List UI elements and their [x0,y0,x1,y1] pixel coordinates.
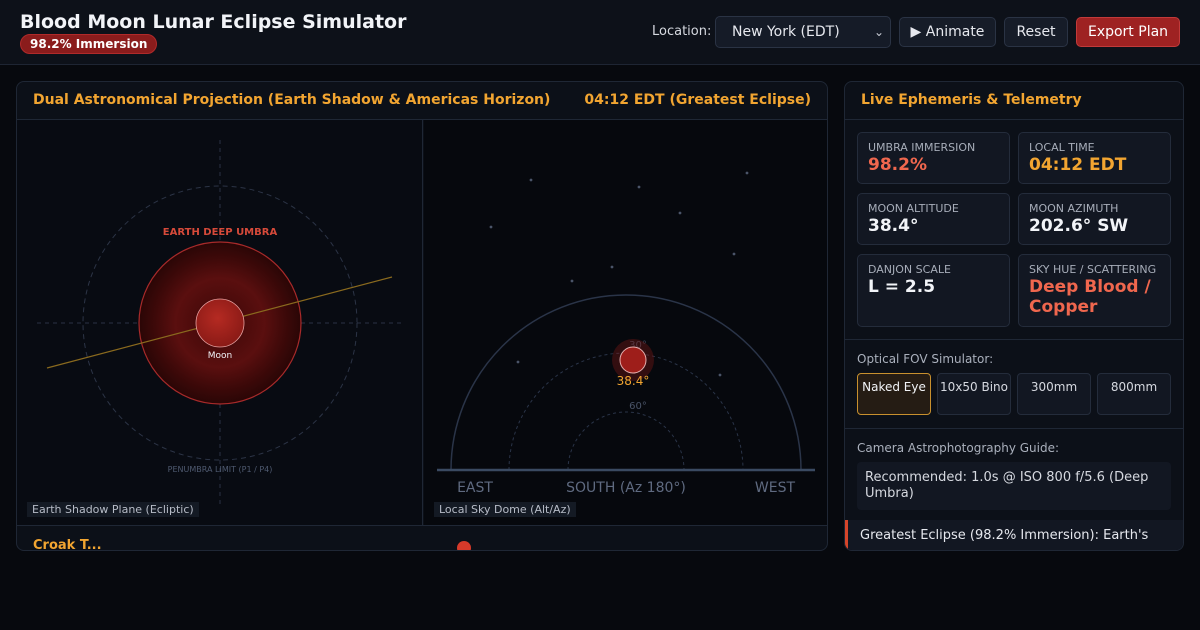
chevron-down-icon: ⌄ [873,25,884,39]
fov-800mm-button[interactable]: 800mm [1097,373,1171,415]
divider [845,339,1183,340]
divider [845,428,1183,429]
projection-header: Dual Astronomical Projection (Earth Shad… [17,82,827,120]
sky-hue-card: SKY HUE / SCATTERING Deep Blood / Copper [1018,254,1171,327]
shadow-view-caption: Earth Shadow Plane (Ecliptic) [27,502,199,517]
reset-button[interactable]: Reset [1004,17,1068,47]
projection-time: 04:12 EDT (Greatest Eclipse) [584,92,811,108]
star [570,279,574,283]
umbra-immersion-card: UMBRA IMMERSION 98.2% [857,132,1010,184]
moon-label: Moon [208,351,232,361]
card-label: UMBRA IMMERSION [868,141,976,154]
moon-altitude-label: 38.4° [617,374,650,388]
star [718,373,722,377]
moon-altitude-card: MOON ALTITUDE 38.4° [857,193,1010,245]
umbra-label: EARTH DEEP UMBRA [163,227,278,238]
star [489,225,493,229]
app-title: Blood Moon Lunar Eclipse Simulator [20,11,407,33]
card-value: Deep Blood / Copper [1029,277,1151,317]
timeline-handle[interactable] [457,541,471,550]
moon-azimuth-card: MOON AZIMUTH 202.6° SW [1018,193,1171,245]
animate-button[interactable]: ▶ Animate [899,17,996,47]
projection-panel: Dual Astronomical Projection (Earth Shad… [16,81,828,551]
telemetry-header: Live Ephemeris & Telemetry [845,82,1183,120]
location-select-value: New York (EDT) [732,24,840,40]
sky-dome-view[interactable]: 30° 60° 38.4° EAST SOUTH (Az 180°) WEST … [424,120,827,525]
location-label: Location: [652,24,712,39]
earth-shadow-view[interactable]: EARTH DEEP UMBRA Moon PENUMBRA LIMIT (P1… [17,120,423,525]
card-label: MOON AZIMUTH [1029,202,1119,215]
local-time-card: LOCAL TIME 04:12 EDT [1018,132,1171,184]
card-value: L = 2.5 [868,277,936,297]
card-value: 98.2% [868,155,927,175]
altitude-ring-60 [567,411,685,471]
card-value: 38.4° [868,216,919,236]
card-label: MOON ALTITUDE [868,202,959,215]
camera-guide-label: Camera Astrophotography Guide: [857,441,1060,455]
penumbra-label: PENUMBRA LIMIT (P1 / P4) [168,465,273,474]
immersion-badge: 98.2% Immersion [20,34,158,54]
eclipse-alert: Greatest Eclipse (98.2% Immersion): Eart… [845,520,1183,550]
star [516,360,520,364]
star [637,185,641,189]
timeline-label: Croak T... [33,538,102,551]
location-select[interactable]: New York (EDT) ⌄ [715,16,891,48]
card-label: DANJON SCALE [868,263,951,276]
telemetry-panel: Live Ephemeris & Telemetry UMBRA IMMERSI… [844,81,1184,551]
fov-300mm-button[interactable]: 300mm [1017,373,1091,415]
south-label: SOUTH (Az 180°) [566,480,686,496]
timeline-strip: Croak T... [17,525,827,551]
telemetry-title: Live Ephemeris & Telemetry [861,92,1082,108]
danjon-scale-card: DANJON SCALE L = 2.5 [857,254,1010,327]
west-label: WEST [755,480,796,496]
projection-title: Dual Astronomical Projection (Earth Shad… [33,92,551,108]
moon-disc[interactable] [195,298,245,348]
star [732,252,736,256]
export-plan-button[interactable]: Export Plan [1076,17,1180,47]
star [678,211,682,215]
star [610,265,614,269]
fov-binocular-button[interactable]: 10x50 Bino [937,373,1011,415]
fov-naked-eye-button[interactable]: Naked Eye [857,373,931,415]
sky-view-caption: Local Sky Dome (Alt/Az) [434,502,576,517]
card-label: SKY HUE / SCATTERING [1029,263,1157,276]
star [745,171,749,175]
top-bar: Blood Moon Lunar Eclipse Simulator 98.2%… [0,0,1200,65]
card-label: LOCAL TIME [1029,141,1095,154]
fov-label: Optical FOV Simulator: [857,352,994,366]
card-value: 04:12 EDT [1029,155,1127,175]
moon-marker[interactable] [619,346,647,374]
ring-label-60: 60° [629,401,647,412]
east-label: EAST [457,480,493,496]
earth-shadow-diagram: EARTH DEEP UMBRA Moon PENUMBRA LIMIT (P1… [37,140,403,505]
camera-recommendation: Recommended: 1.0s @ ISO 800 f/5.6 (Deep … [857,462,1171,510]
card-value: 202.6° SW [1029,216,1129,236]
star [529,178,533,182]
sky-dome-diagram: 30° 60° 38.4° EAST SOUTH (Az 180°) WEST [437,171,815,496]
